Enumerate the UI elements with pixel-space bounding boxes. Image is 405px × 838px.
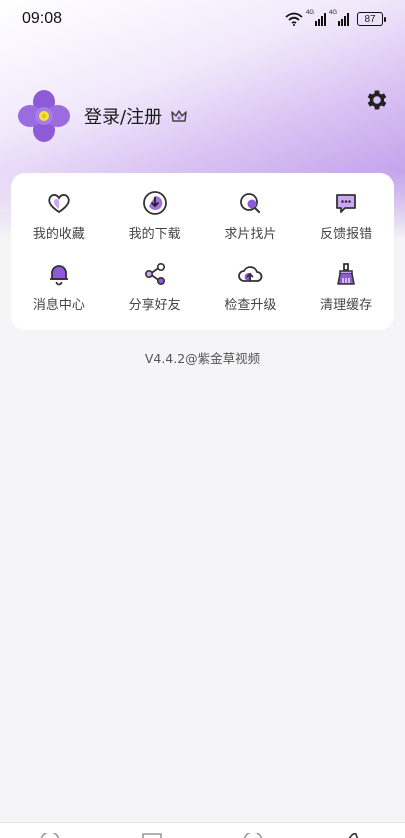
version-text: V4.4.2@紫金草视频	[144, 351, 261, 366]
heart-icon	[48, 194, 70, 214]
menu-item-label: 分享好友	[128, 297, 181, 313]
status-icons: 4G 4G 87	[285, 10, 386, 26]
request-movie-button[interactable]: 求片找片	[203, 181, 299, 252]
menu-item-label: 检查升级	[224, 297, 277, 313]
bell-icon	[49, 264, 68, 286]
downloads-button[interactable]: 我的下载	[107, 181, 203, 252]
check-update-button[interactable]: 检查升级	[203, 252, 299, 323]
discover-tab-icon[interactable]	[243, 833, 263, 838]
battery-indicator: 87	[357, 12, 386, 26]
purple-flower-icon	[18, 90, 70, 142]
clean-brush-icon	[337, 262, 355, 285]
share-button[interactable]: 分享好友	[107, 252, 203, 323]
feedback-button[interactable]: 反馈报错	[298, 181, 394, 252]
menu-item-label: 消息中心	[32, 297, 85, 313]
menu-item-label: 我的下载	[128, 227, 181, 243]
wifi-icon	[285, 12, 303, 26]
home-tab-icon[interactable]	[40, 833, 60, 838]
clear-cache-button[interactable]: 清理缓存	[298, 252, 394, 323]
profile-section[interactable]: 登录/注册	[16, 88, 188, 144]
menu-item-label: 反馈报错	[320, 227, 373, 243]
feedback-icon	[336, 194, 357, 214]
favorites-button[interactable]: 我的收藏	[11, 181, 107, 252]
gear-icon	[367, 90, 387, 110]
menu-item-label: 清理缓存	[320, 297, 373, 313]
cellular-signal-icon: 4G	[329, 10, 349, 26]
settings-button[interactable]	[364, 87, 390, 113]
category-tab-icon[interactable]	[142, 833, 162, 838]
profile-tab-icon[interactable]	[344, 833, 364, 838]
download-icon	[142, 191, 167, 216]
menu-grid: 我的收藏 我的下载 求片找片 反馈报错 消息中心 分享好友 检查升级 清理缓存	[11, 173, 394, 330]
messages-button[interactable]: 消息中心	[11, 252, 107, 323]
bottom-tab-bar	[0, 822, 405, 838]
menu-item-label: 我的收藏	[32, 227, 85, 243]
menu-item-label: 求片找片	[224, 227, 277, 243]
status-time: 09:08	[22, 10, 63, 27]
cloud-upgrade-icon	[238, 265, 263, 282]
share-icon	[144, 262, 165, 285]
login-register-link[interactable]: 登录/注册	[84, 103, 162, 129]
crown-icon	[171, 110, 187, 122]
cellular-signal-icon: 4G	[306, 10, 326, 26]
status-bar: 09:08 4G 4G 87	[0, 0, 405, 38]
search-movie-icon	[240, 193, 261, 214]
